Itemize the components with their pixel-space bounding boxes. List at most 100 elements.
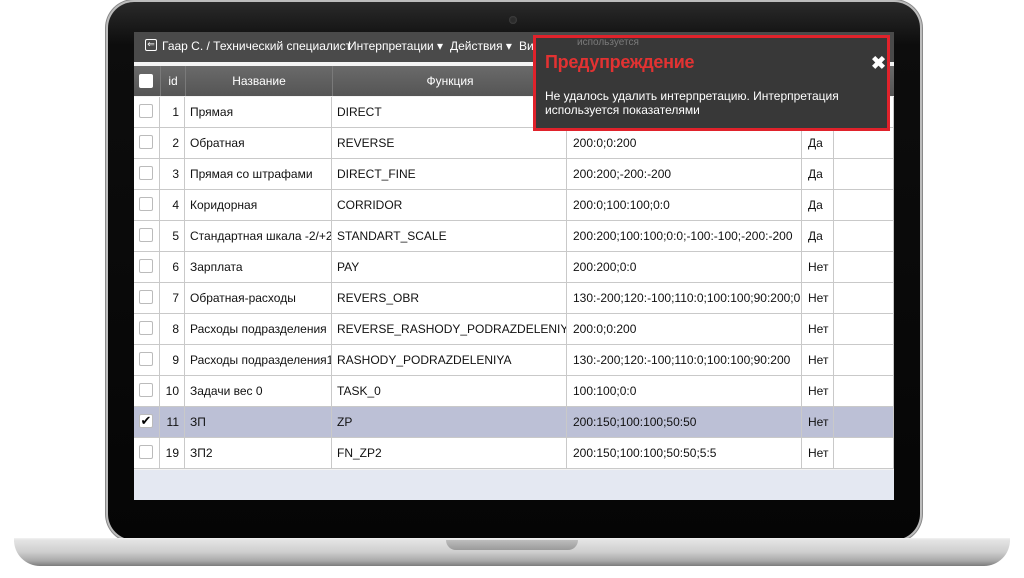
row-value: 200:150;100:100;50:50;5:5 bbox=[568, 438, 802, 468]
table-row[interactable]: 19 ЗП2 FN_ZP2 200:150;100:100;50:50;5:5 Нет bbox=[134, 438, 894, 469]
menu-interpretations[interactable]: Интерпретации ▾ bbox=[348, 39, 443, 53]
row-select-cell bbox=[134, 128, 160, 158]
dialog-ghost-text: используется bbox=[577, 37, 639, 48]
header-select-all[interactable] bbox=[134, 66, 161, 96]
close-icon[interactable]: ✖ bbox=[871, 53, 886, 74]
webcam-icon bbox=[509, 16, 517, 24]
row-checkbox[interactable] bbox=[139, 321, 153, 335]
row-flag: Да bbox=[803, 221, 834, 251]
dialog-title: Предупреждение bbox=[545, 52, 695, 72]
row-id: 19 bbox=[161, 438, 185, 468]
row-func: DIRECT_FINE bbox=[333, 159, 567, 189]
checkmark-icon[interactable]: ✔ bbox=[139, 414, 153, 428]
table-footer bbox=[134, 470, 894, 500]
row-empty-cell bbox=[835, 159, 894, 189]
row-func: ZP bbox=[333, 407, 567, 437]
row-select-cell bbox=[134, 190, 160, 220]
row-id: 4 bbox=[161, 190, 185, 220]
row-select-cell bbox=[134, 283, 160, 313]
row-flag: Нет bbox=[803, 407, 834, 437]
row-func: REVERSE_RASHODY_PODRAZDELENIYA bbox=[333, 314, 567, 344]
row-func: PAY bbox=[333, 252, 567, 282]
row-name: Задачи вес 0 bbox=[186, 376, 332, 406]
row-flag: Нет bbox=[803, 438, 834, 468]
row-name: Зарплата bbox=[186, 252, 332, 282]
exit-icon[interactable]: ⇐ bbox=[145, 39, 157, 51]
row-func: DIRECT bbox=[333, 97, 567, 127]
row-func: CORRIDOR bbox=[333, 190, 567, 220]
row-select-cell bbox=[134, 438, 160, 468]
row-select-cell bbox=[134, 221, 160, 251]
row-func: TASK_0 bbox=[333, 376, 567, 406]
row-flag: Да bbox=[803, 159, 834, 189]
row-empty-cell bbox=[835, 407, 894, 437]
header-checkbox[interactable] bbox=[139, 74, 153, 88]
row-select-cell bbox=[134, 345, 160, 375]
row-select-cell bbox=[134, 252, 160, 282]
table-row[interactable]: 2 Обратная REVERSE 200:0;0:200 Да bbox=[134, 128, 894, 159]
row-value: 200:200;100:100;0:0;-100:-100;-200:-200 bbox=[568, 221, 802, 251]
row-flag: Да bbox=[803, 128, 834, 158]
table-row[interactable]: 4 Коридорная CORRIDOR 200:0;100:100;0:0 Да bbox=[134, 190, 894, 221]
table-row[interactable]: ✔ 11 ЗП ZP 200:150;100:100;50:50 Нет bbox=[134, 407, 894, 438]
table-row[interactable]: 9 Расходы подразделения1 RASHODY_PODRAZDEL… bbox=[134, 345, 894, 376]
row-checkbox[interactable] bbox=[139, 197, 153, 211]
table-row[interactable]: 8 Расходы подразделения REVERSE_RASHODY_PO… bbox=[134, 314, 894, 345]
table-row[interactable]: 7 Обратная-расходы REVERS_OBR 130:-200;120:… bbox=[134, 283, 894, 314]
table-row[interactable]: 5 Стандартная шкала -2/+2 STANDART_SCALE 20… bbox=[134, 221, 894, 252]
row-name: Стандартная шкала -2/+2 bbox=[186, 221, 332, 251]
row-checkbox[interactable] bbox=[139, 259, 153, 273]
row-checkbox[interactable] bbox=[139, 166, 153, 180]
header-id[interactable]: id bbox=[161, 66, 186, 96]
row-checkbox[interactable] bbox=[139, 352, 153, 366]
row-empty-cell bbox=[835, 252, 894, 282]
row-checkbox[interactable] bbox=[139, 383, 153, 397]
row-flag: Нет bbox=[803, 345, 834, 375]
row-select-cell bbox=[134, 159, 160, 189]
table-row[interactable]: 3 Прямая со штрафами DIRECT_FINE 200:200;-2… bbox=[134, 159, 894, 190]
dialog-message: Не удалось удалить интерпретацию. Интерп… bbox=[545, 89, 839, 117]
menu-more[interactable]: Ви bbox=[519, 39, 534, 53]
row-empty-cell bbox=[835, 376, 894, 406]
row-empty-cell bbox=[835, 314, 894, 344]
header-name[interactable]: Название bbox=[186, 66, 333, 96]
row-name: Обратная bbox=[186, 128, 332, 158]
row-value: 200:0;0:200 bbox=[568, 314, 802, 344]
row-id: 8 bbox=[161, 314, 185, 344]
row-id: 7 bbox=[161, 283, 185, 313]
row-id: 5 bbox=[161, 221, 185, 251]
row-flag: Нет bbox=[803, 252, 834, 282]
row-id: 2 bbox=[161, 128, 185, 158]
table-row[interactable]: 6 Зарплата PAY 200:200;0:0 Нет bbox=[134, 252, 894, 283]
row-name: Расходы подразделения bbox=[186, 314, 332, 344]
row-value: 200:150;100:100;50:50 bbox=[568, 407, 802, 437]
row-value: 200:200;-200:-200 bbox=[568, 159, 802, 189]
row-id: 1 bbox=[161, 97, 185, 127]
row-value: 130:-200;120:-100;110:0;100:100;90:200;0… bbox=[568, 283, 802, 313]
row-name: ЗП bbox=[186, 407, 332, 437]
menu-actions[interactable]: Действия ▾ bbox=[450, 39, 512, 53]
row-id: 11 bbox=[161, 407, 185, 437]
warning-dialog: используется Предупреждение ✖ Не удалось… bbox=[533, 35, 890, 131]
row-name: Прямая bbox=[186, 97, 332, 127]
row-select-cell bbox=[134, 314, 160, 344]
row-id: 6 bbox=[161, 252, 185, 282]
table-row[interactable]: 10 Задачи вес 0 TASK_0 100:100;0:0 Нет bbox=[134, 376, 894, 407]
row-func: FN_ZP2 bbox=[333, 438, 567, 468]
row-checkbox[interactable] bbox=[139, 228, 153, 242]
row-select-cell: ✔ bbox=[134, 407, 160, 437]
row-func: STANDART_SCALE bbox=[333, 221, 567, 251]
row-flag: Да bbox=[803, 190, 834, 220]
row-checkbox[interactable] bbox=[139, 445, 153, 459]
row-select-cell bbox=[134, 97, 160, 127]
row-func: RASHODY_PODRAZDELENIYA bbox=[333, 345, 567, 375]
row-value: 130:-200;120:-100;110:0;100:100;90:200 bbox=[568, 345, 802, 375]
row-checkbox[interactable] bbox=[139, 104, 153, 118]
row-empty-cell bbox=[835, 345, 894, 375]
row-value: 200:0;100:100;0:0 bbox=[568, 190, 802, 220]
row-value: 100:100;0:0 bbox=[568, 376, 802, 406]
row-checkbox[interactable] bbox=[139, 135, 153, 149]
row-value: 200:200;0:0 bbox=[568, 252, 802, 282]
row-checkbox[interactable] bbox=[139, 290, 153, 304]
row-name: Расходы подразделения1 bbox=[186, 345, 332, 375]
